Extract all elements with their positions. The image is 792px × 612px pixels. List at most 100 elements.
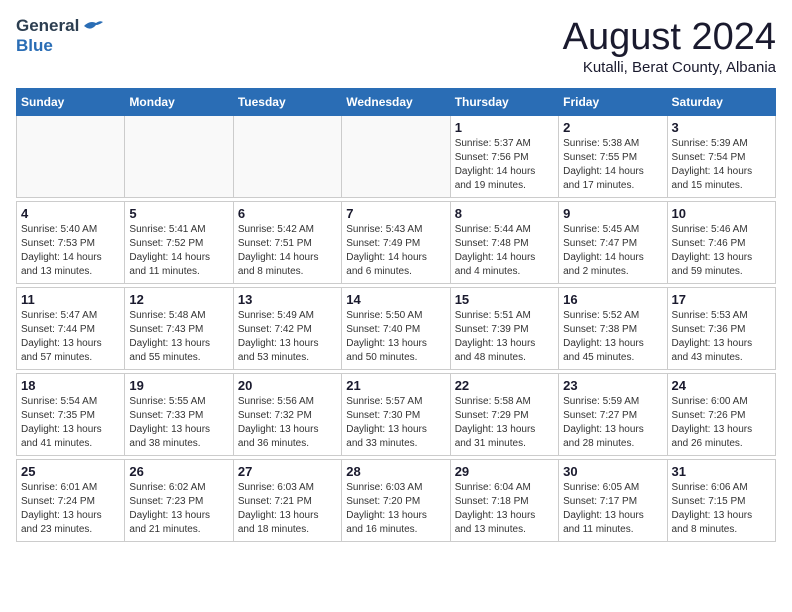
calendar-day-cell: 28 Sunrise: 6:03 AM Sunset: 7:20 PM Dayli… (342, 460, 450, 542)
day-number: 3 (672, 120, 771, 135)
day-info: Sunrise: 6:05 AM Sunset: 7:17 PM Dayligh… (563, 481, 662, 537)
day-number: 10 (672, 206, 771, 221)
calendar-day-cell: 18 Sunrise: 5:54 AM Sunset: 7:35 PM Dayli… (17, 374, 125, 456)
calendar-day-cell: 6 Sunrise: 5:42 AM Sunset: 7:51 PM Daylig… (233, 202, 341, 284)
location-subtitle: Kutalli, Berat County, Albania (563, 59, 776, 76)
logo-bird-icon (82, 18, 104, 36)
day-number: 6 (238, 206, 337, 221)
day-number: 1 (455, 120, 554, 135)
day-info: Sunrise: 5:54 AM Sunset: 7:35 PM Dayligh… (21, 395, 120, 451)
title-section: August 2024 Kutalli, Berat County, Alban… (563, 16, 776, 76)
day-info: Sunrise: 5:37 AM Sunset: 7:56 PM Dayligh… (455, 137, 554, 193)
day-number: 31 (672, 464, 771, 479)
day-info: Sunrise: 6:01 AM Sunset: 7:24 PM Dayligh… (21, 481, 120, 537)
month-year-title: August 2024 (563, 16, 776, 59)
day-info: Sunrise: 5:41 AM Sunset: 7:52 PM Dayligh… (129, 223, 228, 279)
logo: General Blue (16, 16, 104, 56)
day-number: 9 (563, 206, 662, 221)
day-number: 19 (129, 378, 228, 393)
day-number: 24 (672, 378, 771, 393)
calendar-day-cell: 10 Sunrise: 5:46 AM Sunset: 7:46 PM Dayli… (667, 202, 775, 284)
day-number: 14 (346, 292, 445, 307)
day-info: Sunrise: 5:48 AM Sunset: 7:43 PM Dayligh… (129, 309, 228, 365)
calendar-day-cell: 3 Sunrise: 5:39 AM Sunset: 7:54 PM Daylig… (667, 116, 775, 198)
calendar-header-monday: Monday (125, 89, 233, 116)
calendar-day-cell: 9 Sunrise: 5:45 AM Sunset: 7:47 PM Daylig… (559, 202, 667, 284)
day-number: 28 (346, 464, 445, 479)
calendar-header-sunday: Sunday (17, 89, 125, 116)
calendar-week-row: 11Sunrise: 5:47 AM Sunset: 7:44 PM Dayli… (17, 288, 776, 370)
day-number: 26 (129, 464, 228, 479)
calendar-day-cell: 8Sunrise: 5:44 AM Sunset: 7:48 PM Daylig… (450, 202, 558, 284)
calendar-week-row: 25 Sunrise: 6:01 AM Sunset: 7:24 PM Dayli… (17, 460, 776, 542)
day-info: Sunrise: 6:00 AM Sunset: 7:26 PM Dayligh… (672, 395, 771, 451)
day-number: 29 (455, 464, 554, 479)
day-number: 25 (21, 464, 120, 479)
day-info: Sunrise: 6:03 AM Sunset: 7:20 PM Dayligh… (346, 481, 445, 537)
day-info: Sunrise: 6:03 AM Sunset: 7:21 PM Dayligh… (238, 481, 337, 537)
day-info: Sunrise: 5:43 AM Sunset: 7:49 PM Dayligh… (346, 223, 445, 279)
day-info: Sunrise: 5:51 AM Sunset: 7:39 PM Dayligh… (455, 309, 554, 365)
day-number: 12 (129, 292, 228, 307)
calendar-header-wednesday: Wednesday (342, 89, 450, 116)
day-number: 16 (563, 292, 662, 307)
calendar-week-row: 4 Sunrise: 5:40 AM Sunset: 7:53 PM Daylig… (17, 202, 776, 284)
day-number: 13 (238, 292, 337, 307)
day-number: 4 (21, 206, 120, 221)
calendar-day-cell: 25 Sunrise: 6:01 AM Sunset: 7:24 PM Dayli… (17, 460, 125, 542)
calendar-header-thursday: Thursday (450, 89, 558, 116)
day-info: Sunrise: 6:02 AM Sunset: 7:23 PM Dayligh… (129, 481, 228, 537)
calendar-table: SundayMondayTuesdayWednesdayThursdayFrid… (16, 88, 776, 542)
calendar-day-cell: 19Sunrise: 5:55 AM Sunset: 7:33 PM Dayli… (125, 374, 233, 456)
calendar-day-cell: 11Sunrise: 5:47 AM Sunset: 7:44 PM Dayli… (17, 288, 125, 370)
day-number: 5 (129, 206, 228, 221)
calendar-day-cell (17, 116, 125, 198)
day-info: Sunrise: 5:38 AM Sunset: 7:55 PM Dayligh… (563, 137, 662, 193)
calendar-day-cell: 22 Sunrise: 5:58 AM Sunset: 7:29 PM Dayli… (450, 374, 558, 456)
day-info: Sunrise: 5:52 AM Sunset: 7:38 PM Dayligh… (563, 309, 662, 365)
day-number: 18 (21, 378, 120, 393)
calendar-week-row: 1 Sunrise: 5:37 AM Sunset: 7:56 PM Daylig… (17, 116, 776, 198)
calendar-day-cell: 2 Sunrise: 5:38 AM Sunset: 7:55 PM Daylig… (559, 116, 667, 198)
day-number: 22 (455, 378, 554, 393)
calendar-day-cell (342, 116, 450, 198)
day-number: 15 (455, 292, 554, 307)
day-info: Sunrise: 5:45 AM Sunset: 7:47 PM Dayligh… (563, 223, 662, 279)
calendar-day-cell: 24 Sunrise: 6:00 AM Sunset: 7:26 PM Dayli… (667, 374, 775, 456)
day-info: Sunrise: 5:59 AM Sunset: 7:27 PM Dayligh… (563, 395, 662, 451)
calendar-header-saturday: Saturday (667, 89, 775, 116)
calendar-day-cell: 5 Sunrise: 5:41 AM Sunset: 7:52 PM Daylig… (125, 202, 233, 284)
calendar-header-row: SundayMondayTuesdayWednesdayThursdayFrid… (17, 89, 776, 116)
day-number: 21 (346, 378, 445, 393)
day-info: Sunrise: 5:47 AM Sunset: 7:44 PM Dayligh… (21, 309, 120, 365)
calendar-header-friday: Friday (559, 89, 667, 116)
day-number: 2 (563, 120, 662, 135)
logo-blue: Blue (16, 36, 53, 56)
day-info: Sunrise: 5:56 AM Sunset: 7:32 PM Dayligh… (238, 395, 337, 451)
calendar-day-cell: 14 Sunrise: 5:50 AM Sunset: 7:40 PM Dayli… (342, 288, 450, 370)
day-number: 17 (672, 292, 771, 307)
calendar-day-cell: 29Sunrise: 6:04 AM Sunset: 7:18 PM Dayli… (450, 460, 558, 542)
day-info: Sunrise: 5:46 AM Sunset: 7:46 PM Dayligh… (672, 223, 771, 279)
day-number: 8 (455, 206, 554, 221)
day-info: Sunrise: 6:06 AM Sunset: 7:15 PM Dayligh… (672, 481, 771, 537)
calendar-day-cell: 20Sunrise: 5:56 AM Sunset: 7:32 PM Dayli… (233, 374, 341, 456)
day-info: Sunrise: 5:42 AM Sunset: 7:51 PM Dayligh… (238, 223, 337, 279)
day-info: Sunrise: 5:40 AM Sunset: 7:53 PM Dayligh… (21, 223, 120, 279)
day-info: Sunrise: 5:50 AM Sunset: 7:40 PM Dayligh… (346, 309, 445, 365)
calendar-day-cell: 15 Sunrise: 5:51 AM Sunset: 7:39 PM Dayli… (450, 288, 558, 370)
day-number: 27 (238, 464, 337, 479)
calendar-day-cell: 21 Sunrise: 5:57 AM Sunset: 7:30 PM Dayli… (342, 374, 450, 456)
day-info: Sunrise: 5:57 AM Sunset: 7:30 PM Dayligh… (346, 395, 445, 451)
calendar-header-tuesday: Tuesday (233, 89, 341, 116)
day-info: Sunrise: 5:39 AM Sunset: 7:54 PM Dayligh… (672, 137, 771, 193)
calendar-day-cell (233, 116, 341, 198)
calendar-day-cell: 1 Sunrise: 5:37 AM Sunset: 7:56 PM Daylig… (450, 116, 558, 198)
logo-general: General (16, 16, 79, 36)
day-info: Sunrise: 5:53 AM Sunset: 7:36 PM Dayligh… (672, 309, 771, 365)
day-number: 23 (563, 378, 662, 393)
day-number: 30 (563, 464, 662, 479)
day-info: Sunrise: 5:49 AM Sunset: 7:42 PM Dayligh… (238, 309, 337, 365)
calendar-day-cell: 12 Sunrise: 5:48 AM Sunset: 7:43 PM Dayli… (125, 288, 233, 370)
day-info: Sunrise: 5:58 AM Sunset: 7:29 PM Dayligh… (455, 395, 554, 451)
